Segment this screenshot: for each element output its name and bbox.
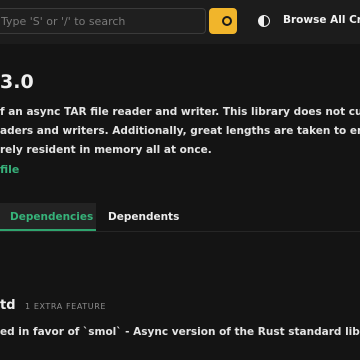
extra-feature-badge[interactable]: 1 EXTRA FEATURE [25, 302, 106, 311]
readme-file-link[interactable]: file [0, 163, 19, 176]
dependency-description: ed in favor of `smol` - Async version of… [0, 326, 360, 338]
search-button[interactable] [209, 8, 237, 34]
tab-dependencies-label: Dependencies [10, 211, 94, 223]
dependency-name-link[interactable]: td [0, 298, 16, 313]
search-input[interactable]: Type 'S' or '/' to search [0, 8, 206, 34]
description-line: f an async TAR file reader and writer. T… [0, 106, 360, 118]
theme-toggle-icon[interactable] [258, 15, 270, 27]
description-line: aders and writers. Additionally, great l… [0, 125, 360, 137]
description-line: rely resident in memory all at once. [0, 144, 212, 156]
search-placeholder: Type 'S' or '/' to search [1, 15, 126, 28]
browse-all-crates-link[interactable]: Browse All Crates [283, 14, 360, 26]
tab-divider [0, 231, 360, 232]
crate-description: f an async TAR file reader and writer. T… [0, 103, 360, 160]
tab-dependents[interactable]: Dependents [108, 211, 179, 223]
search-icon [222, 16, 232, 26]
crate-page: Type 'S' or '/' to search Browse All Cra… [0, 0, 360, 360]
top-header: Type 'S' or '/' to search Browse All Cra… [0, 0, 360, 44]
tab-dependencies[interactable]: Dependencies [0, 203, 96, 231]
tab-bar: Dependencies Dependents [0, 203, 360, 231]
crate-version: 3.0 [0, 71, 34, 93]
